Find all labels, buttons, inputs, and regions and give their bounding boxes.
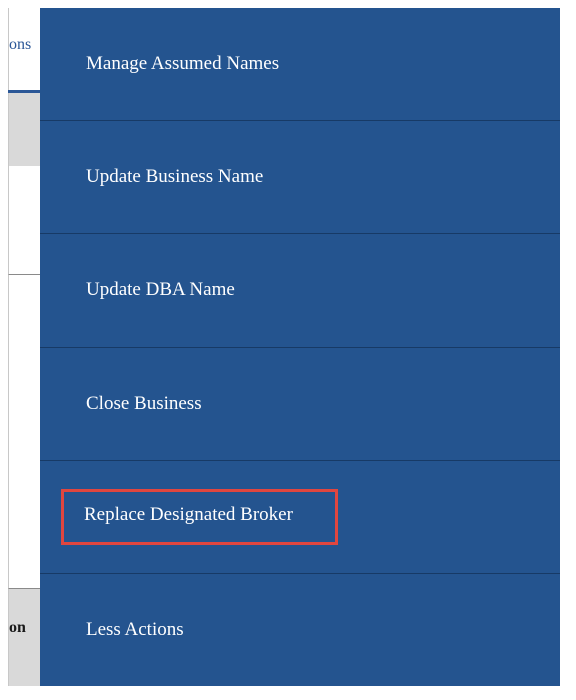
- menu-item-label: Close Business: [86, 392, 202, 414]
- actions-tab-fragment[interactable]: ons: [8, 8, 41, 90]
- menu-item-label: Update DBA Name: [86, 279, 235, 301]
- menu-item-label: Manage Assumed Names: [86, 53, 280, 75]
- table-header-band: [8, 93, 41, 166]
- menu-item-label: Less Actions: [86, 618, 184, 640]
- menu-item-update-dba-name[interactable]: Update DBA Name: [40, 234, 560, 348]
- table-cell: [8, 166, 41, 275]
- menu-item-label: Update Business Name: [86, 166, 264, 188]
- menu-item-manage-assumed-names[interactable]: Manage Assumed Names: [40, 8, 560, 122]
- menu-item-close-business[interactable]: Close Business: [40, 348, 560, 461]
- actions-tab-label: ons: [9, 36, 32, 53]
- menu-item-replace-designated-broker[interactable]: Replace Designated Broker: [40, 461, 560, 574]
- actions-dropdown-menu: Manage Assumed Names Update Business Nam…: [40, 8, 560, 686]
- table-header-band: on: [8, 589, 41, 686]
- column-header-fragment: on: [9, 619, 26, 636]
- table-cell: [8, 275, 41, 589]
- menu-item-update-business-name[interactable]: Update Business Name: [40, 121, 560, 235]
- menu-item-less-actions[interactable]: Less Actions: [40, 574, 560, 686]
- menu-item-label: Replace Designated Broker: [61, 488, 338, 545]
